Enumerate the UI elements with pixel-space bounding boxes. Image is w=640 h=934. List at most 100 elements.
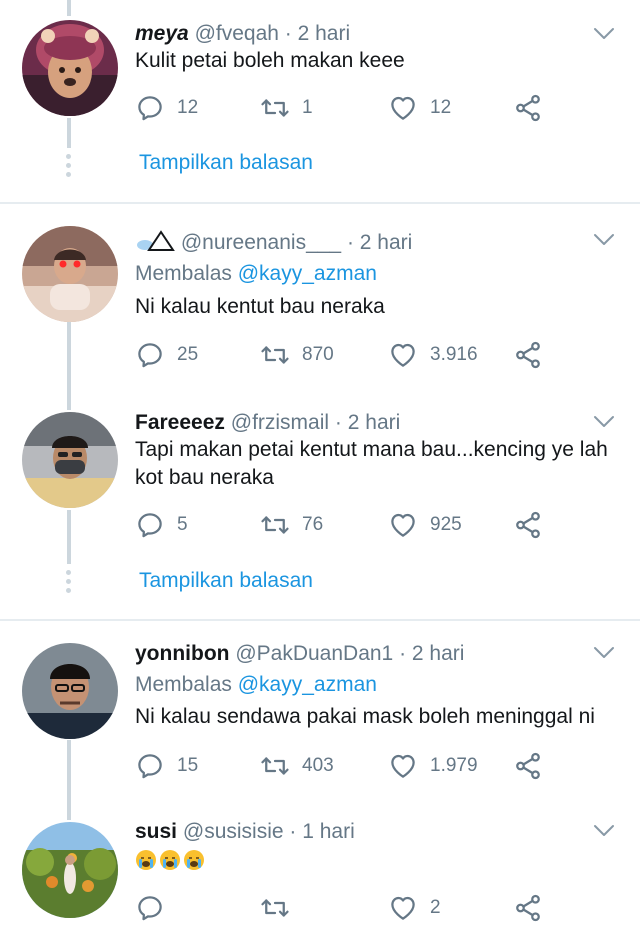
tweet-actions: 25 870 3.916 bbox=[135, 339, 615, 371]
like-button[interactable]: 12 bbox=[388, 92, 451, 124]
handle[interactable]: @frzismail bbox=[231, 411, 329, 434]
like-count: 12 bbox=[430, 97, 452, 118]
share-icon bbox=[513, 510, 543, 540]
reply-icon bbox=[135, 893, 165, 923]
avatar[interactable] bbox=[22, 822, 118, 918]
reply-button[interactable]: 12 bbox=[135, 92, 198, 124]
timestamp[interactable]: · 2 hari bbox=[347, 231, 412, 254]
retweet-count: 1 bbox=[302, 97, 313, 118]
divider bbox=[0, 619, 640, 621]
tweet-actions: 15 403 1.979 bbox=[135, 750, 615, 782]
tweet-text: Kulit petai boleh makan keee bbox=[135, 49, 405, 72]
reply-icon bbox=[135, 510, 165, 540]
chevron-down-icon[interactable] bbox=[592, 823, 616, 839]
avatar[interactable] bbox=[22, 412, 118, 508]
share-button[interactable] bbox=[513, 92, 543, 124]
tweet-header: yonnibon @PakDuanDan1 · 2 hari bbox=[135, 641, 464, 667]
tweet-text: Ni kalau sendawa pakai mask boleh mening… bbox=[135, 705, 595, 728]
reply-button[interactable]: 25 bbox=[135, 339, 198, 371]
replying-to: Membalas @kayy_azman bbox=[135, 261, 377, 287]
mention-link[interactable]: @kayy_azman bbox=[238, 673, 377, 696]
tweet-text: Tapi makan petai kentut mana bau...kenci… bbox=[135, 438, 608, 489]
timestamp[interactable]: · 1 hari bbox=[289, 820, 354, 843]
chevron-down-icon[interactable] bbox=[592, 232, 616, 248]
thread-ellipsis bbox=[66, 154, 72, 181]
reply-button[interactable]: 15 bbox=[135, 750, 198, 782]
crying-face-emoji-icon bbox=[160, 850, 180, 871]
avatar[interactable] bbox=[22, 226, 118, 322]
tweet-header: @nureenanis___ · 2 hari bbox=[135, 230, 412, 256]
like-button[interactable]: 925 bbox=[388, 509, 462, 541]
show-replies-link[interactable]: Tampilkan balasan bbox=[139, 569, 313, 593]
reply-button[interactable] bbox=[135, 892, 165, 924]
retweet-button[interactable]: 403 bbox=[260, 750, 334, 782]
reply-icon bbox=[135, 93, 165, 123]
share-button[interactable] bbox=[513, 509, 543, 541]
retweet-count: 403 bbox=[302, 755, 334, 776]
replying-to-label: Membalas bbox=[135, 673, 232, 696]
tweet-text bbox=[135, 846, 625, 874]
retweet-button[interactable]: 1 bbox=[260, 92, 313, 124]
chevron-down-icon[interactable] bbox=[592, 414, 616, 430]
retweet-button[interactable]: 870 bbox=[260, 339, 334, 371]
like-count: 2 bbox=[430, 897, 441, 918]
reply-icon bbox=[135, 751, 165, 781]
thread-line bbox=[67, 740, 71, 820]
thread-ellipsis bbox=[66, 570, 72, 597]
share-icon bbox=[513, 340, 543, 370]
reply-count: 5 bbox=[177, 514, 188, 535]
reply-count: 15 bbox=[177, 755, 199, 776]
thread-line bbox=[67, 118, 71, 148]
tweet-header: meya @fveqah · 2 hari bbox=[135, 21, 350, 47]
thread-line bbox=[67, 510, 71, 564]
handle[interactable]: @fveqah bbox=[195, 22, 279, 45]
crying-face-emoji-icon bbox=[136, 850, 156, 871]
timestamp[interactable]: · 2 hari bbox=[399, 642, 464, 665]
handle[interactable]: @nureenanis___ bbox=[181, 231, 341, 254]
replying-to: Membalas @kayy_azman bbox=[135, 672, 377, 698]
display-name[interactable]: yonnibon bbox=[135, 642, 229, 665]
share-icon bbox=[513, 93, 543, 123]
share-button[interactable] bbox=[513, 750, 543, 782]
show-replies-link[interactable]: Tampilkan balasan bbox=[139, 151, 313, 175]
tweet-actions: 2 bbox=[135, 892, 615, 924]
warning-triangle-icon bbox=[135, 230, 175, 252]
retweet-icon bbox=[260, 893, 290, 923]
tweet-actions: 5 76 925 bbox=[135, 509, 615, 541]
divider bbox=[0, 202, 640, 204]
display-name[interactable]: meya bbox=[135, 22, 189, 45]
retweet-count: 76 bbox=[302, 514, 324, 535]
chevron-down-icon[interactable] bbox=[592, 645, 616, 661]
timestamp[interactable]: · 2 hari bbox=[335, 411, 400, 434]
handle[interactable]: @susisisie bbox=[183, 820, 284, 843]
retweet-icon bbox=[260, 93, 290, 123]
heart-icon bbox=[388, 93, 418, 123]
retweet-button[interactable] bbox=[260, 892, 290, 924]
display-name[interactable]: susi bbox=[135, 820, 177, 843]
like-button[interactable]: 1.979 bbox=[388, 750, 478, 782]
chevron-down-icon[interactable] bbox=[592, 26, 616, 42]
like-button[interactable]: 3.916 bbox=[388, 339, 478, 371]
like-button[interactable]: 2 bbox=[388, 892, 441, 924]
tweet-actions: 12 1 12 bbox=[135, 92, 615, 124]
crying-face-emoji-icon bbox=[184, 850, 204, 871]
heart-icon bbox=[388, 510, 418, 540]
timestamp[interactable]: · 2 hari bbox=[285, 22, 350, 45]
share-icon bbox=[513, 893, 543, 923]
thread-line bbox=[67, 0, 71, 16]
share-icon bbox=[513, 751, 543, 781]
tweet-header: susi @susisisie · 1 hari bbox=[135, 819, 355, 845]
mention-link[interactable]: @kayy_azman bbox=[238, 262, 377, 285]
replying-to-label: Membalas bbox=[135, 262, 232, 285]
tweet-text: Ni kalau kentut bau neraka bbox=[135, 295, 385, 318]
reply-button[interactable]: 5 bbox=[135, 509, 188, 541]
retweet-button[interactable]: 76 bbox=[260, 509, 323, 541]
avatar[interactable] bbox=[22, 643, 118, 739]
avatar[interactable] bbox=[22, 20, 118, 116]
share-button[interactable] bbox=[513, 892, 543, 924]
tweet-header: Fareeeez @frzismail · 2 hari bbox=[135, 410, 400, 436]
share-button[interactable] bbox=[513, 339, 543, 371]
retweet-icon bbox=[260, 510, 290, 540]
handle[interactable]: @PakDuanDan1 bbox=[235, 642, 393, 665]
display-name[interactable]: Fareeeez bbox=[135, 411, 225, 434]
